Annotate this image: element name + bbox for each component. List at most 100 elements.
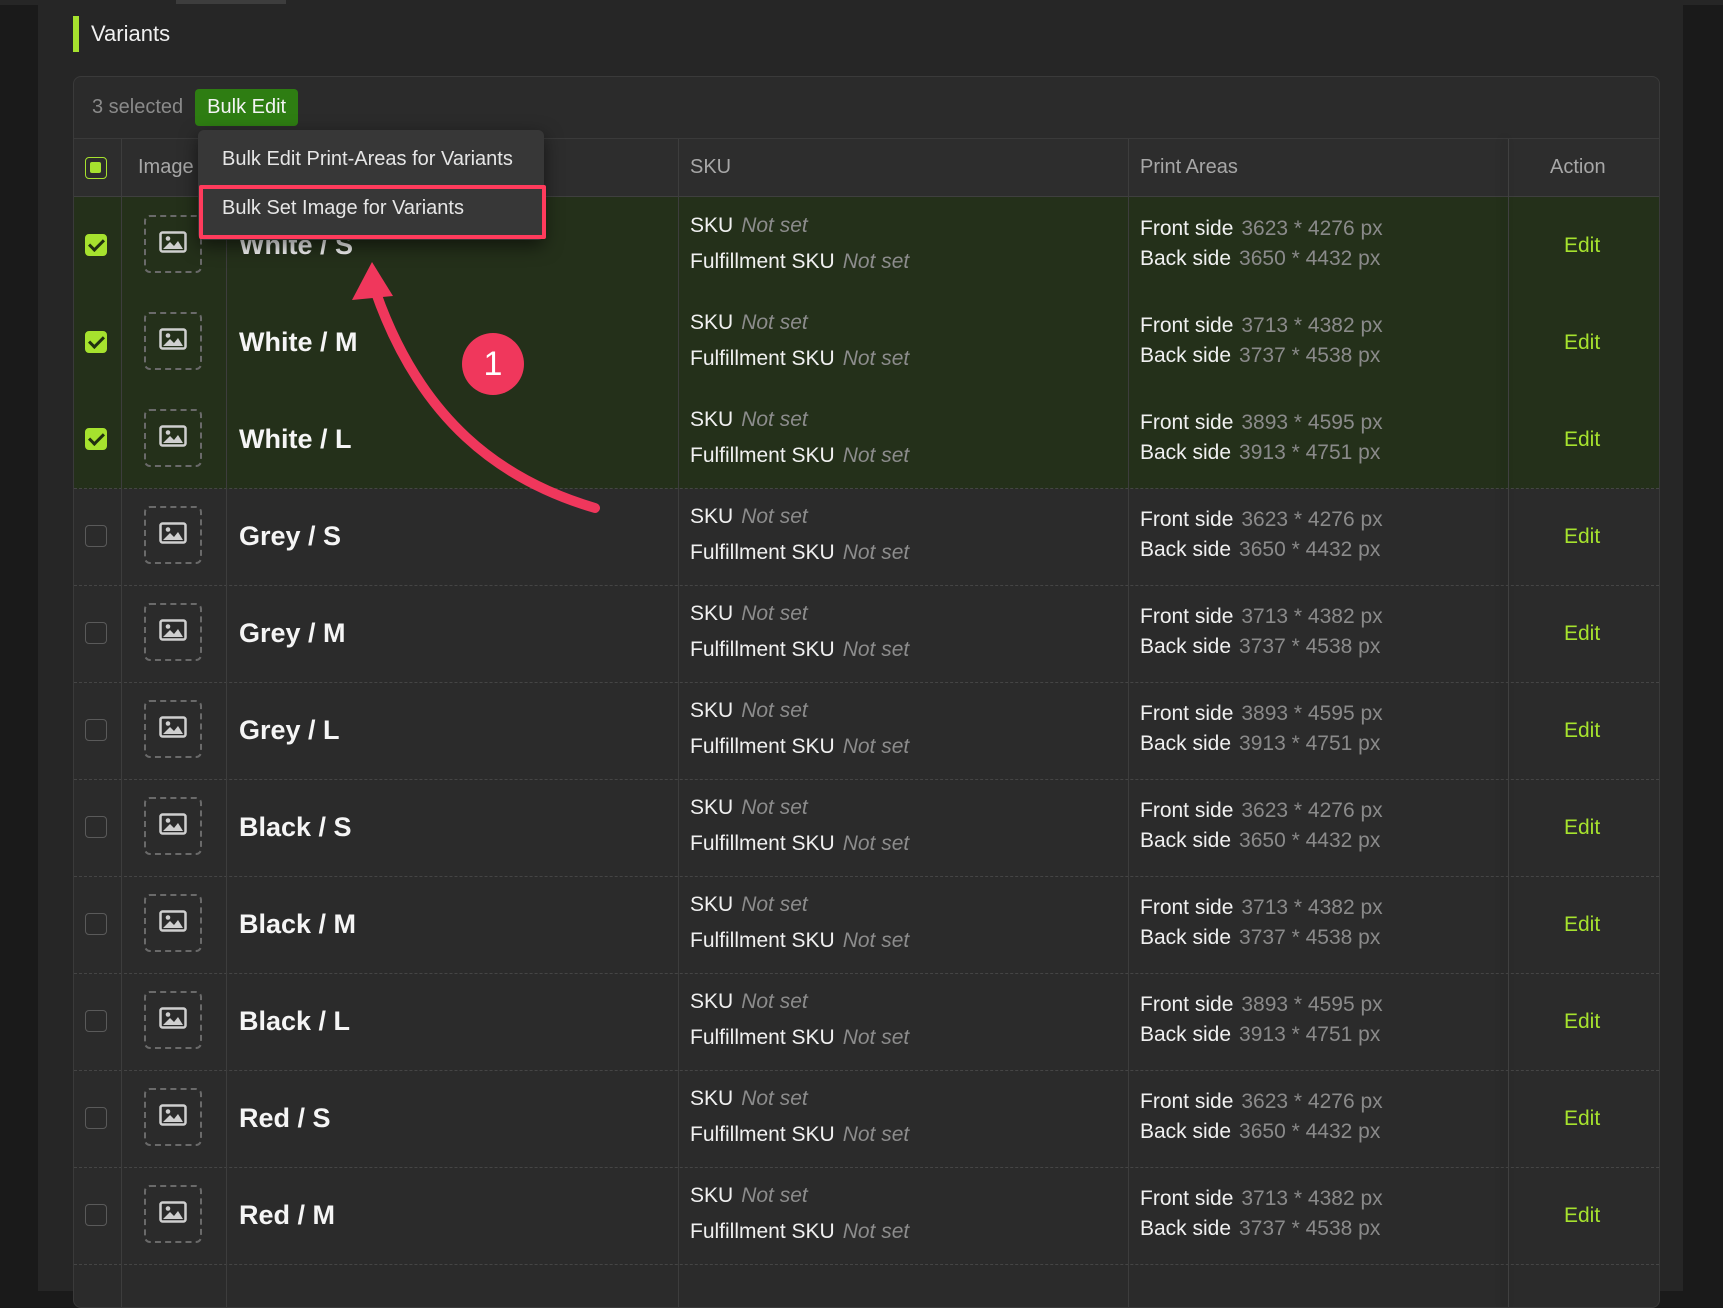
table-row[interactable]: Black / L SKU Not set Fulfillment SKU Not se… — [74, 973, 1659, 1071]
row-checkbox[interactable] — [85, 913, 107, 935]
variant-name: White / M — [239, 327, 358, 357]
header-sku: SKU — [690, 156, 732, 178]
row-checkbox[interactable] — [85, 1107, 107, 1129]
row-checkbox[interactable] — [85, 234, 107, 256]
row-checkbox[interactable] — [85, 1204, 107, 1226]
front-side-line: Front side 3623 * 4276 px — [1140, 508, 1383, 531]
header-image: Image — [138, 156, 194, 178]
back-side-line: Back side 3737 * 4538 px — [1140, 344, 1381, 367]
variant-name: Black / S — [239, 812, 352, 842]
row-checkbox[interactable] — [85, 816, 107, 838]
variant-name: Black / L — [239, 1006, 351, 1036]
variant-image-placeholder[interactable] — [144, 312, 202, 370]
table-row[interactable]: Grey / L SKU Not set Fulfillment SKU Not set… — [74, 682, 1659, 780]
edit-link[interactable]: Edit — [1564, 779, 1600, 876]
variant-name: Black / M — [239, 909, 357, 939]
image-icon — [159, 909, 187, 937]
image-icon — [159, 1200, 187, 1228]
variant-name: Grey / L — [239, 715, 340, 745]
header-action: Action — [1550, 156, 1606, 178]
image-icon — [159, 521, 187, 549]
sku-line: SKU Not set — [690, 408, 808, 431]
variant-image-placeholder[interactable] — [144, 1185, 202, 1243]
header-print-areas: Print Areas — [1140, 156, 1238, 178]
variant-image-placeholder[interactable] — [144, 991, 202, 1049]
table-row[interactable]: Red / S SKU Not set Fulfillment SKU Not set F… — [74, 1070, 1659, 1168]
fulfillment-sku-line: Fulfillment SKU Not set — [690, 638, 910, 661]
section-title: Variants — [91, 21, 171, 46]
edit-link[interactable]: Edit — [1564, 488, 1600, 585]
edit-link[interactable]: Edit — [1564, 876, 1600, 973]
table-row[interactable]: White / M SKU Not set Fulfillment SKU Not se… — [74, 294, 1659, 392]
edit-link[interactable]: Edit — [1564, 973, 1600, 1070]
table-row[interactable]: White / L SKU Not set Fulfillment SKU Not se… — [74, 391, 1659, 489]
variant-name: White / L — [239, 424, 352, 454]
column-divider — [121, 139, 122, 1307]
image-icon — [159, 230, 187, 258]
back-side-line: Back side 3913 * 4751 px — [1140, 441, 1381, 464]
row-checkbox[interactable] — [85, 1010, 107, 1032]
back-side-line: Back side 3737 * 4538 px — [1140, 1217, 1381, 1240]
variant-image-placeholder[interactable] — [144, 506, 202, 564]
table-row[interactable]: Grey / M SKU Not set Fulfillment SKU Not set… — [74, 585, 1659, 683]
table-row[interactable]: Red / M SKU Not set Fulfillment SKU Not set F… — [74, 1167, 1659, 1265]
edit-link[interactable]: Edit — [1564, 197, 1600, 294]
row-checkbox[interactable] — [85, 428, 107, 450]
edit-link[interactable]: Edit — [1564, 391, 1600, 488]
front-side-line: Front side 3623 * 4276 px — [1140, 1090, 1383, 1113]
select-all-checkbox[interactable] — [85, 157, 107, 179]
menu-item-bulk-edit-print-areas[interactable]: Bulk Edit Print-Areas for Variants — [222, 148, 513, 171]
sku-line: SKU Not set — [690, 990, 808, 1013]
column-divider — [226, 196, 227, 1307]
back-side-line: Back side 3650 * 4432 px — [1140, 829, 1381, 852]
sku-line: SKU Not set — [690, 602, 808, 625]
variant-image-placeholder[interactable] — [144, 1088, 202, 1146]
variant-image-placeholder[interactable] — [144, 797, 202, 855]
variant-image-placeholder[interactable] — [144, 215, 202, 273]
sku-line: SKU Not set — [690, 214, 808, 237]
sku-line: SKU Not set — [690, 699, 808, 722]
variant-name: Grey / S — [239, 521, 342, 551]
edit-link[interactable]: Edit — [1564, 585, 1600, 682]
fulfillment-sku-line: Fulfillment SKU Not set — [690, 347, 910, 370]
sku-line: SKU Not set — [690, 1184, 808, 1207]
fulfillment-sku-line: Fulfillment SKU Not set — [690, 1123, 910, 1146]
fulfillment-sku-line: Fulfillment SKU Not set — [690, 541, 910, 564]
variant-name: Grey / M — [239, 618, 346, 648]
fulfillment-sku-line: Fulfillment SKU Not set — [690, 1220, 910, 1243]
row-checkbox[interactable] — [85, 525, 107, 547]
edit-link[interactable]: Edit — [1564, 294, 1600, 391]
variant-image-placeholder[interactable] — [144, 700, 202, 758]
edit-link[interactable]: Edit — [1564, 1070, 1600, 1167]
image-icon — [159, 618, 187, 646]
column-divider — [1128, 139, 1129, 1307]
image-icon — [159, 812, 187, 840]
variant-image-placeholder[interactable] — [144, 409, 202, 467]
selected-count: 3 selected — [92, 96, 184, 118]
row-checkbox[interactable] — [85, 331, 107, 353]
back-side-line: Back side 3650 * 4432 px — [1140, 538, 1381, 561]
front-side-line: Front side 3893 * 4595 px — [1140, 702, 1383, 725]
sku-line: SKU Not set — [690, 893, 808, 916]
action-column-divider — [1508, 139, 1509, 1307]
back-side-line: Back side 3913 * 4751 px — [1140, 732, 1381, 755]
variant-image-placeholder[interactable] — [144, 603, 202, 661]
table-row[interactable]: Grey / S SKU Not set Fulfillment SKU Not set… — [74, 488, 1659, 586]
fulfillment-sku-line: Fulfillment SKU Not set — [690, 444, 910, 467]
fulfillment-sku-line: Fulfillment SKU Not set — [690, 735, 910, 758]
table-row[interactable]: Black / M SKU Not set Fulfillment SKU Not se… — [74, 876, 1659, 974]
edit-link[interactable]: Edit — [1564, 1167, 1600, 1264]
active-tab-indicator — [176, 0, 286, 4]
edit-link[interactable]: Edit — [1564, 682, 1600, 779]
variant-image-placeholder[interactable] — [144, 894, 202, 952]
front-side-line: Front side 3713 * 4382 px — [1140, 1187, 1383, 1210]
bulk-edit-button[interactable]: Bulk Edit — [195, 89, 299, 126]
row-checkbox[interactable] — [85, 622, 107, 644]
back-side-line: Back side 3737 * 4538 px — [1140, 635, 1381, 658]
table-row[interactable]: Black / S SKU Not set Fulfillment SKU Not se… — [74, 779, 1659, 877]
fulfillment-sku-line: Fulfillment SKU Not set — [690, 832, 910, 855]
back-side-line: Back side 3650 * 4432 px — [1140, 1120, 1381, 1143]
row-checkbox[interactable] — [85, 719, 107, 741]
section-header: Variants — [73, 16, 170, 52]
front-side-line: Front side 3623 * 4276 px — [1140, 217, 1383, 240]
